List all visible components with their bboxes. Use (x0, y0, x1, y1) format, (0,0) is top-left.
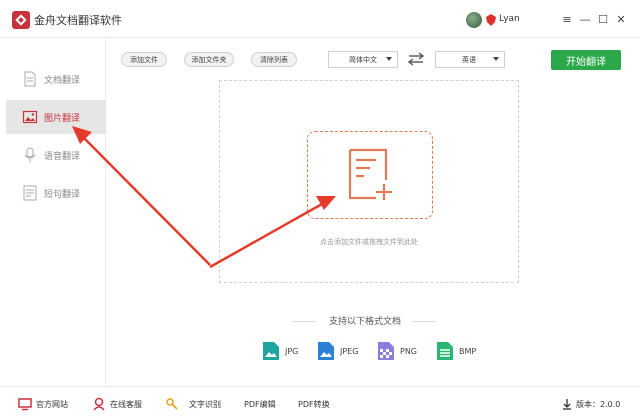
monitor-icon (18, 398, 32, 411)
ocr-icon (166, 398, 178, 410)
microphone-icon (24, 147, 36, 162)
jpeg-file-icon (318, 342, 334, 360)
sidebar-item-label: 短句翻译 (44, 189, 81, 200)
website-link[interactable]: 官方网站 (18, 397, 68, 411)
pdf-edit-link[interactable]: PDF编辑 (244, 397, 276, 411)
png-file-icon (378, 342, 394, 360)
format-label: BMP (459, 346, 477, 356)
customer-service-icon (93, 397, 105, 411)
ocr-label: 文字识别 (189, 399, 221, 409)
target-language-value: 英语 (462, 55, 476, 64)
swap-languages-icon[interactable] (408, 52, 424, 66)
add-folder-button[interactable]: 添加文件夹 (184, 52, 234, 67)
sidebar-item-sentence[interactable]: 短句翻译 (6, 176, 106, 210)
app-logo-icon (12, 11, 30, 29)
vip-badge-icon (486, 14, 496, 26)
version: 版本：2.0.0 (562, 398, 620, 410)
source-language-select[interactable]: 简体中文 (328, 51, 398, 68)
chevron-down-icon (493, 57, 499, 61)
sidebar-item-label: 语音翻译 (44, 151, 81, 162)
avatar[interactable] (466, 12, 482, 28)
service-link[interactable]: 在线客服 (92, 397, 142, 411)
document-icon (24, 71, 36, 87)
close-button[interactable]: ✕ (614, 12, 628, 26)
minimize-button[interactable]: — (578, 12, 592, 26)
format-jpg: JPG (262, 341, 298, 361)
format-bmp: BMP (436, 341, 476, 361)
ocr-link[interactable]: 文字识别 (165, 397, 221, 411)
sidebar: 文档翻译 图片翻译 语音翻译 短句翻译 (0, 38, 106, 386)
format-png: PNG (377, 341, 417, 361)
divider (412, 321, 436, 322)
add-file-button[interactable]: 添加文件 (121, 52, 167, 67)
sidebar-item-image[interactable]: 图片翻译 (6, 100, 106, 134)
source-language-value: 简体中文 (349, 55, 377, 64)
jpg-file-icon (263, 342, 279, 360)
sidebar-item-label: 图片翻译 (44, 113, 81, 124)
service-label: 在线客服 (110, 399, 142, 409)
sidebar-item-voice[interactable]: 语音翻译 (6, 138, 106, 172)
sidebar-item-document[interactable]: 文档翻译 (6, 62, 106, 96)
image-icon (22, 110, 38, 124)
format-label: PNG (400, 346, 418, 356)
menu-icon[interactable]: ≡ (560, 12, 574, 26)
website-label: 官方网站 (36, 399, 68, 409)
format-label: JPG (285, 346, 299, 356)
version-label: 版本：2.0.0 (576, 399, 621, 409)
update-icon (563, 399, 571, 410)
text-icon (23, 185, 37, 201)
title-bar: 金舟文档翻译软件 Lyan ≡ — ☐ ✕ (0, 0, 640, 38)
user-name[interactable]: Lyan (499, 14, 520, 24)
start-translate-button[interactable]: 开始翻译 (551, 50, 621, 70)
sidebar-item-label: 文档翻译 (44, 75, 81, 86)
drop-hint: 点击添加文件或拖拽文件到此处 (320, 238, 418, 246)
clear-list-button[interactable]: 清除列表 (251, 52, 297, 67)
add-file-target[interactable] (307, 131, 433, 219)
app-title: 金舟文档翻译软件 (34, 14, 122, 27)
add-document-icon (348, 148, 392, 200)
chevron-down-icon (386, 57, 392, 61)
maximize-button[interactable]: ☐ (596, 12, 610, 26)
bmp-file-icon (437, 342, 453, 360)
format-label: JPEG (340, 346, 359, 356)
format-jpeg: JPEG (317, 341, 358, 361)
pdf-convert-link[interactable]: PDF转换 (298, 397, 330, 411)
target-language-select[interactable]: 英语 (435, 51, 505, 68)
bottom-bar: 官方网站 在线客服 文字识别 PDF编辑 PDF转换 版本：2.0.0 (0, 386, 640, 420)
